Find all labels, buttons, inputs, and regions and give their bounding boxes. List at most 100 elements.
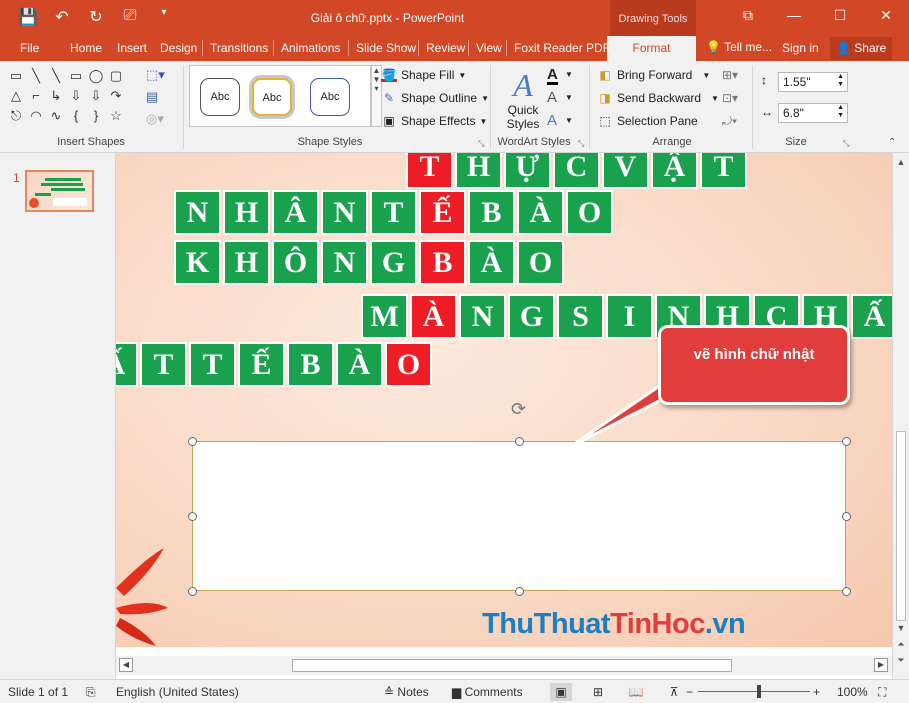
shape-outline-button[interactable]: ✎ Shape Outline ▼ [381, 91, 489, 105]
zoom-in-icon[interactable]: + [813, 685, 820, 699]
scroll-down-icon[interactable]: ▼ [893, 623, 909, 633]
resize-handle[interactable] [515, 587, 524, 596]
chevron-down-icon[interactable]: ▼ [565, 70, 573, 79]
slide-sorter-icon[interactable]: ⊞ [587, 683, 609, 701]
resize-handle[interactable] [188, 587, 197, 596]
resize-handle[interactable] [188, 512, 197, 521]
shape-icon[interactable]: ∿ [46, 106, 66, 126]
tab-design[interactable]: Design [160, 41, 197, 55]
spinner-icon[interactable]: ▲ ▼ [837, 73, 844, 89]
selection-pane-button[interactable]: ⬚ Selection Pane [597, 114, 697, 128]
shape-icon[interactable]: ╲ [26, 66, 46, 86]
style-swatch-selected[interactable]: Abc [252, 78, 292, 116]
tab-slide-show[interactable]: Slide Show [356, 41, 416, 55]
tell-me-box[interactable]: 💡 Tell me... [706, 40, 772, 54]
text-effects-icon[interactable]: A [547, 113, 557, 128]
shape-icon[interactable]: ⎋ [6, 106, 26, 126]
spinner-icon[interactable]: ▲ ▼ [837, 104, 844, 120]
style-swatch[interactable]: Abc [200, 78, 240, 116]
tab-review[interactable]: Review [426, 41, 465, 55]
chevron-down-icon[interactable]: ▼ [565, 93, 573, 102]
resize-handle[interactable] [515, 437, 524, 446]
reading-view-icon[interactable]: 📖 [625, 683, 647, 701]
collapse-ribbon-icon[interactable]: ⌃ [888, 137, 896, 148]
shape-icon[interactable]: ╲ [46, 66, 66, 86]
shape-icon[interactable]: } [86, 106, 106, 126]
shape-icon[interactable]: ↷ [106, 86, 126, 106]
zoom-slider-thumb[interactable] [757, 685, 761, 698]
tab-transitions[interactable]: Transitions [210, 41, 268, 55]
tab-view[interactable]: View [476, 41, 502, 55]
slide-show-icon[interactable]: ⊼ [663, 683, 685, 701]
shape-icon[interactable]: ⇩ [86, 86, 106, 106]
align-icon[interactable]: ⊞▾ [722, 68, 738, 82]
comments-button[interactable]: ▆ Comments [452, 685, 523, 699]
shape-icon[interactable]: △ [6, 86, 26, 106]
tab-insert[interactable]: Insert [117, 41, 147, 55]
maximize-button[interactable]: ☐ [817, 0, 863, 34]
language-status[interactable]: English (United States) [116, 685, 239, 699]
height-input[interactable]: 1.55" ▲ ▼ [778, 72, 848, 92]
slide-canvas[interactable]: THỰCVẬTNHÂNTẾBÀOKHÔNGBÀOMÀNGSINHCHẤTẤTTẾ… [116, 153, 892, 647]
shape-icon[interactable]: ☆ [106, 106, 126, 126]
slide-thumbnail[interactable] [25, 170, 94, 212]
share-button[interactable]: 👤 Share [830, 37, 892, 60]
tab-file[interactable]: File [20, 41, 39, 55]
tab-foxit-reader-pdf[interactable]: Foxit Reader PDF [514, 41, 610, 55]
tab-animations[interactable]: Animations [281, 41, 340, 55]
shape-icon[interactable]: ⌐ [26, 86, 46, 106]
sign-in-link[interactable]: Sign in [782, 41, 819, 55]
fit-slide-icon[interactable]: ⛶ [878, 685, 886, 700]
selected-rectangle-shape[interactable] [192, 441, 846, 591]
bring-forward-button[interactable]: ◧ Bring Forward ▼ [597, 68, 710, 82]
shape-fill-button[interactable]: 🪣 Shape Fill ▼ [381, 68, 466, 82]
tab-format[interactable]: Format [607, 36, 696, 61]
text-fill-icon[interactable]: A [547, 67, 558, 85]
zoom-level[interactable]: 100% [837, 685, 868, 699]
next-slide-icon[interactable]: ⏷ [893, 655, 909, 666]
resize-handle[interactable] [842, 587, 851, 596]
shape-effects-button[interactable]: ▣ Shape Effects ▼ [381, 114, 487, 128]
horizontal-scroll-thumb[interactable] [292, 659, 732, 672]
zoom-out-icon[interactable]: − [686, 685, 693, 699]
scroll-up-icon[interactable]: ▲ [893, 157, 909, 167]
merge-shapes-icon[interactable]: ◎▾ [146, 111, 165, 127]
horizontal-scrollbar[interactable]: ◀ ▶ [116, 656, 892, 675]
dialog-launcher-icon[interactable]: ⤡ [478, 139, 484, 149]
shape-icon[interactable]: { [66, 106, 86, 126]
previous-slide-icon[interactable]: ⏶ [893, 639, 909, 650]
scroll-left-icon[interactable]: ◀ [119, 658, 133, 672]
quick-styles-button[interactable]: A Quick Styles [500, 67, 546, 131]
shape-icon[interactable]: ◯ [86, 66, 106, 86]
ribbon-display-icon[interactable]: ⧉ [725, 0, 771, 34]
shape-icon[interactable]: ◠ [26, 106, 46, 126]
resize-handle[interactable] [842, 437, 851, 446]
vertical-scrollbar[interactable]: ▲ ▼ ⏶ ⏷ [892, 153, 909, 679]
spell-check-icon[interactable]: ⎘ [86, 685, 96, 700]
text-box-icon[interactable]: ▤ [146, 89, 165, 105]
style-swatch[interactable]: Abc [310, 78, 350, 116]
edit-shape-icon[interactable]: ⬚▾ [146, 67, 165, 83]
normal-view-icon[interactable]: ▣ [550, 683, 572, 701]
notes-button[interactable]: ≙ Notes [384, 685, 429, 699]
rotation-handle-icon[interactable]: ⟳ [511, 399, 526, 420]
vertical-scroll-thumb[interactable] [896, 431, 906, 621]
chevron-down-icon[interactable]: ▼ [565, 116, 573, 125]
shapes-gallery[interactable]: ▭ ╲ ╲ ▭ ◯ ▢ △ ⌐ ↳ ⇩ ⇩ ↷ ⎋ ◠ ∿ { } ☆ [6, 66, 128, 128]
shape-icon[interactable]: ▢ [106, 66, 126, 86]
zoom-slider[interactable] [698, 691, 810, 692]
shape-icon[interactable]: ▭ [66, 66, 86, 86]
minimize-button[interactable]: — [771, 0, 817, 34]
resize-handle[interactable] [188, 437, 197, 446]
width-input[interactable]: 6.8" ▲ ▼ [778, 103, 848, 123]
dialog-launcher-icon[interactable]: ⤡ [578, 139, 584, 149]
shape-icon[interactable]: ↳ [46, 86, 66, 106]
group-icon[interactable]: ⊡▾ [722, 91, 738, 105]
text-outline-icon[interactable]: A [547, 90, 557, 105]
dialog-launcher-icon[interactable]: ⤡ [843, 139, 849, 149]
scroll-right-icon[interactable]: ▶ [874, 658, 888, 672]
send-backward-button[interactable]: ◨ Send Backward ▼ [597, 91, 719, 105]
tab-home[interactable]: Home [70, 41, 102, 55]
close-button[interactable]: ✕ [863, 0, 909, 34]
rotate-icon[interactable]: ⤾▾ [722, 114, 737, 129]
